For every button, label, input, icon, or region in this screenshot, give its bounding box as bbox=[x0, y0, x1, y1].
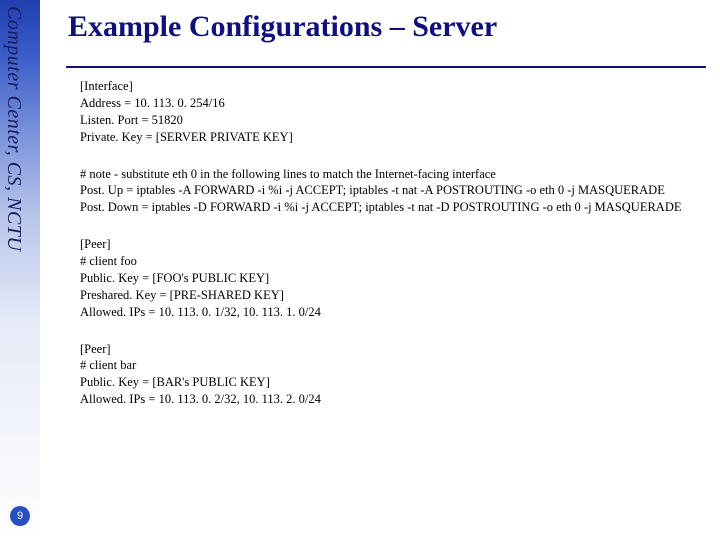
config-line: Post. Up = iptables -A FORWARD -i %i -j … bbox=[80, 182, 682, 199]
config-line: # client foo bbox=[80, 253, 682, 270]
config-body: [Interface]Address = 10. 113. 0. 254/16L… bbox=[62, 78, 682, 408]
slide-title: Example Configurations – Server bbox=[62, 10, 708, 44]
config-line: Allowed. IPs = 10. 113. 0. 2/32, 10. 113… bbox=[80, 391, 682, 408]
sidebar: Computer Center, CS, NCTU bbox=[0, 0, 40, 540]
config-line: Address = 10. 113. 0. 254/16 bbox=[80, 95, 682, 112]
config-line: # client bar bbox=[80, 357, 682, 374]
content-area: Example Configurations – Server [Interfa… bbox=[62, 10, 708, 428]
config-line: Post. Down = iptables -D FORWARD -i %i -… bbox=[80, 199, 682, 216]
sidebar-label: Computer Center, CS, NCTU bbox=[2, 6, 25, 251]
config-line: [Peer] bbox=[80, 236, 682, 253]
config-block: [Peer]# client fooPublic. Key = [FOO's P… bbox=[80, 236, 682, 320]
config-line: # note - substitute eth 0 in the followi… bbox=[80, 166, 682, 183]
config-block: [Interface]Address = 10. 113. 0. 254/16L… bbox=[80, 78, 682, 146]
config-block: # note - substitute eth 0 in the followi… bbox=[80, 166, 682, 217]
page-number-badge: 9 bbox=[10, 506, 30, 526]
config-line: Public. Key = [BAR's PUBLIC KEY] bbox=[80, 374, 682, 391]
slide: Computer Center, CS, NCTU 9 Example Conf… bbox=[0, 0, 720, 540]
config-line: [Interface] bbox=[80, 78, 682, 95]
config-line: Public. Key = [FOO's PUBLIC KEY] bbox=[80, 270, 682, 287]
config-block: [Peer]# client barPublic. Key = [BAR's P… bbox=[80, 341, 682, 409]
config-line: Preshared. Key = [PRE-SHARED KEY] bbox=[80, 287, 682, 304]
config-line: Listen. Port = 51820 bbox=[80, 112, 682, 129]
config-line: Private. Key = [SERVER PRIVATE KEY] bbox=[80, 129, 682, 146]
title-underline bbox=[66, 66, 706, 68]
config-line: Allowed. IPs = 10. 113. 0. 1/32, 10. 113… bbox=[80, 304, 682, 321]
config-line: [Peer] bbox=[80, 341, 682, 358]
